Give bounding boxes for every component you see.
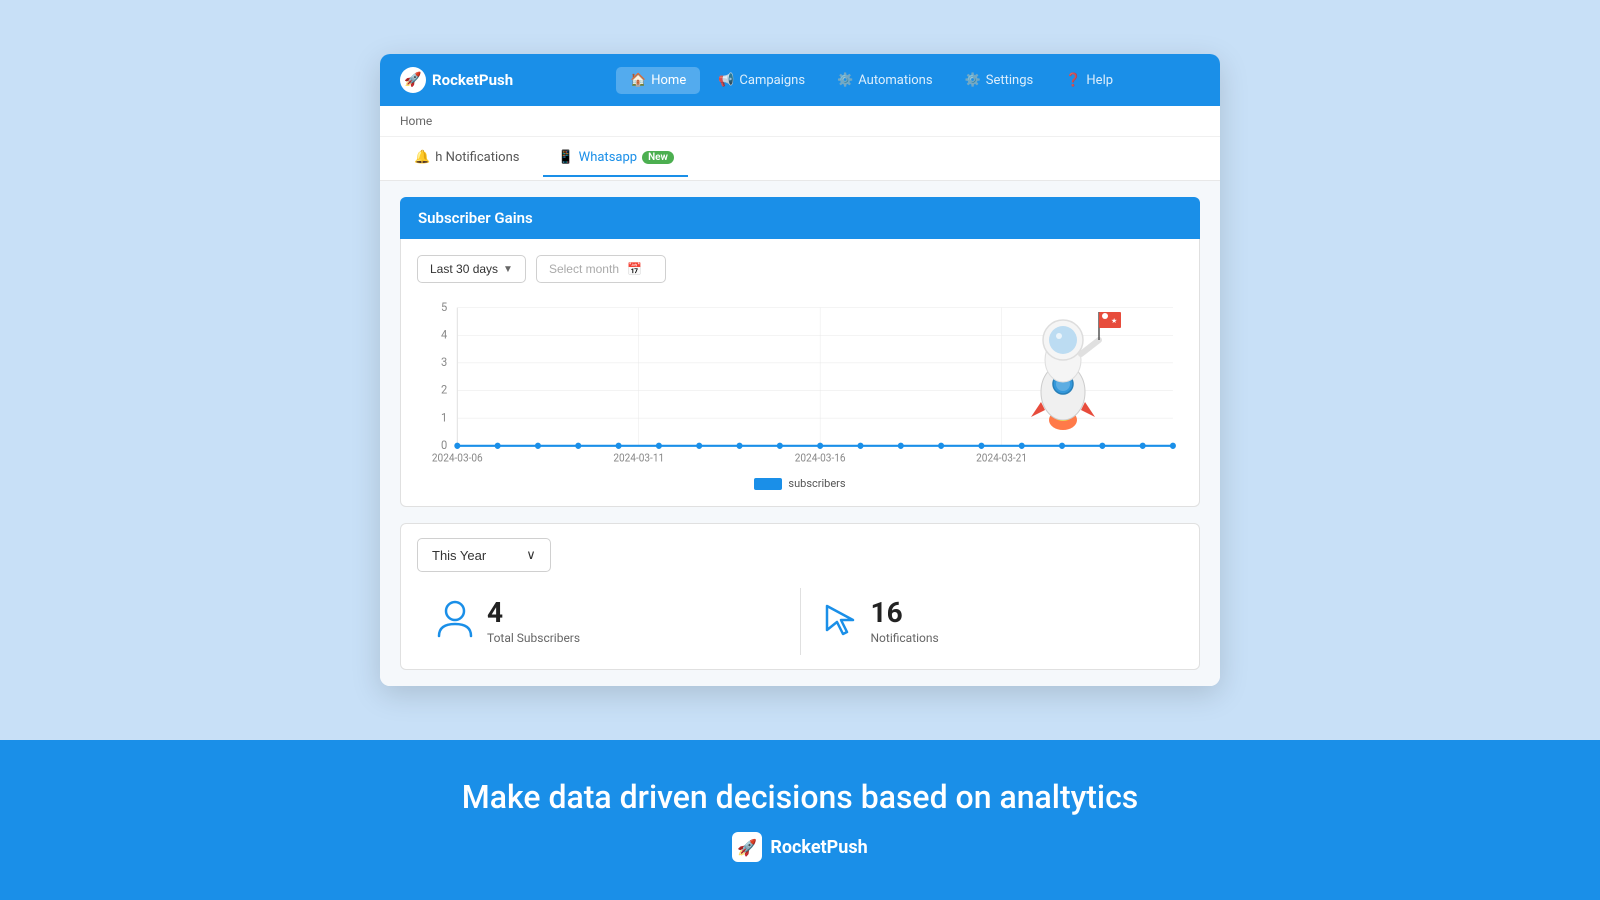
whatsapp-badge: New	[642, 151, 674, 164]
chart-legend: subscribers	[417, 477, 1183, 490]
section-title: Subscriber Gains	[418, 209, 533, 227]
svg-text:2024-03-16: 2024-03-16	[795, 451, 846, 464]
svg-text:5: 5	[441, 300, 447, 314]
svg-text:3: 3	[441, 355, 447, 369]
stats-time-label: This Year	[432, 548, 486, 563]
nav-settings-label: Settings	[986, 73, 1033, 88]
tab-push-notifications[interactable]: 🔔 h Notifications	[400, 140, 533, 177]
nav-links: 🏠 Home 📢 Campaigns ⚙️ Automations ⚙️ Set…	[543, 67, 1200, 94]
footer-brand-name: RocketPush	[770, 837, 867, 858]
section-body: Last 30 days ▼ Select month 📅	[400, 239, 1200, 507]
nav-campaigns-label: Campaigns	[739, 73, 805, 88]
subscribers-icon	[437, 598, 473, 645]
time-filter-dropdown[interactable]: Last 30 days ▼	[417, 255, 526, 283]
footer-bar: Make data driven decisions based on anal…	[0, 740, 1600, 900]
whatsapp-icon: 📱	[557, 150, 573, 165]
stat-notifications: 16 Notifications	[801, 588, 1184, 655]
footer-brand-icon: 🚀	[732, 832, 762, 862]
breadcrumb: Home	[380, 106, 1220, 137]
stat-subscribers-label: Total Subscribers	[487, 631, 580, 645]
svg-text:2: 2	[441, 382, 447, 396]
nav-bar: 🚀 RocketPush 🏠 Home 📢 Campaigns ⚙️ Autom…	[380, 54, 1220, 106]
chart-container: 0 1 2 3 4 5	[417, 297, 1183, 467]
svg-text:4: 4	[441, 327, 448, 341]
svg-text:2024-03-11: 2024-03-11	[613, 451, 664, 464]
footer-brand: 🚀 RocketPush	[732, 832, 867, 862]
nav-logo: 🚀 RocketPush	[400, 67, 513, 93]
chevron-down-icon: ▼	[503, 264, 513, 275]
settings-icon: ⚙️	[965, 73, 981, 88]
astronaut-illustration: ★	[1003, 302, 1123, 432]
stats-grid: 4 Total Subscribers	[417, 588, 1183, 655]
nav-help-label: Help	[1086, 73, 1113, 88]
nav-campaigns[interactable]: 📢 Campaigns	[704, 67, 819, 94]
tab-whatsapp-label: Whatsapp	[579, 150, 637, 165]
time-filter-label: Last 30 days	[430, 262, 498, 276]
section-header: Subscriber Gains	[400, 197, 1200, 239]
legend-color-box	[754, 478, 782, 490]
calendar-icon: 📅	[627, 262, 642, 276]
legend-label: subscribers	[788, 477, 845, 490]
nav-settings[interactable]: ⚙️ Settings	[951, 67, 1048, 94]
chart-controls: Last 30 days ▼ Select month 📅	[417, 255, 1183, 283]
nav-automations[interactable]: ⚙️ Automations	[823, 67, 947, 94]
month-picker[interactable]: Select month 📅	[536, 255, 666, 283]
nav-automations-label: Automations	[858, 73, 932, 88]
push-notifications-icon: 🔔	[414, 150, 430, 165]
logo-icon: 🚀	[400, 67, 426, 93]
main-area: 🚀 RocketPush 🏠 Home 📢 Campaigns ⚙️ Autom…	[0, 0, 1600, 740]
svg-text:1: 1	[441, 410, 447, 424]
month-picker-placeholder: Select month	[549, 262, 619, 276]
stat-subscribers-value: 4	[487, 599, 580, 627]
stat-notifications-label: Notifications	[871, 631, 939, 645]
nav-help[interactable]: ❓ Help	[1051, 67, 1127, 94]
stats-controls: This Year ∨	[417, 538, 1183, 572]
stat-notifications-content: 16 Notifications	[871, 599, 939, 645]
stat-total-subscribers: 4 Total Subscribers	[417, 588, 800, 655]
tab-whatsapp[interactable]: 📱 Whatsapp New	[543, 140, 687, 177]
tab-push-label: h Notifications	[435, 150, 519, 165]
logo-text: RocketPush	[432, 71, 513, 89]
browser-card: 🚀 RocketPush 🏠 Home 📢 Campaigns ⚙️ Autom…	[380, 54, 1220, 686]
nav-home[interactable]: 🏠 Home	[616, 67, 700, 94]
help-icon: ❓	[1065, 73, 1081, 88]
stat-subscribers-content: 4 Total Subscribers	[487, 599, 580, 645]
home-icon: 🏠	[630, 73, 646, 88]
subscriber-gains-section: Subscriber Gains Last 30 days ▼ Select m…	[400, 197, 1200, 507]
svg-text:★: ★	[1111, 317, 1117, 325]
notifications-cursor-icon	[821, 598, 857, 645]
automations-icon: ⚙️	[837, 73, 853, 88]
svg-text:2024-03-06: 2024-03-06	[432, 451, 483, 464]
stats-chevron-icon: ∨	[526, 547, 536, 563]
nav-home-label: Home	[651, 73, 686, 88]
campaigns-icon: 📢	[718, 73, 734, 88]
svg-text:0: 0	[441, 438, 447, 452]
tab-bar: 🔔 h Notifications 📱 Whatsapp New	[380, 137, 1220, 181]
stats-time-filter[interactable]: This Year ∨	[417, 538, 551, 572]
footer-tagline: Make data driven decisions based on anal…	[462, 778, 1139, 816]
stat-notifications-value: 16	[871, 599, 939, 627]
content-area: Subscriber Gains Last 30 days ▼ Select m…	[380, 181, 1220, 686]
stats-section: This Year ∨ 4	[400, 523, 1200, 670]
breadcrumb-text: Home	[400, 114, 432, 128]
svg-text:2024-03-21: 2024-03-21	[976, 451, 1027, 464]
